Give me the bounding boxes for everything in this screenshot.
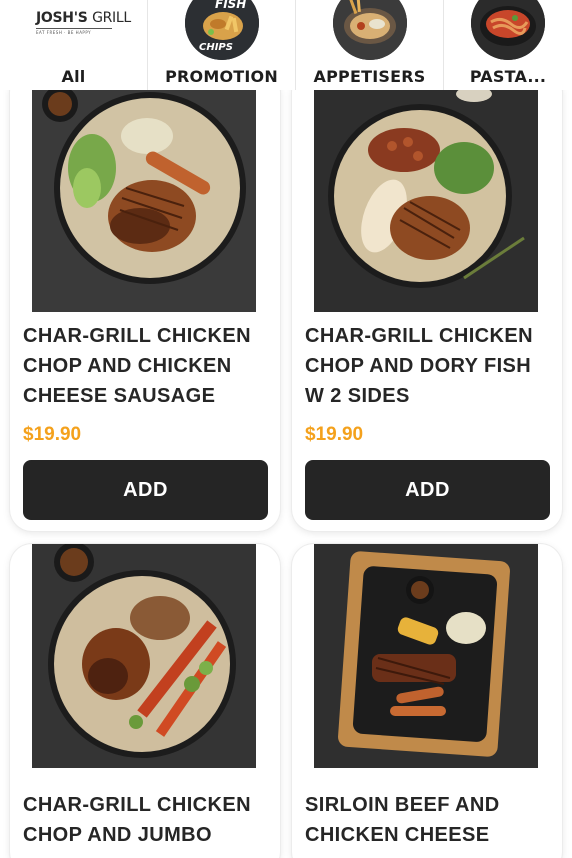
brand-name-thin: GRILL [92, 10, 131, 26]
category-promotion[interactable]: FISH CHIPS PROMOTION [148, 0, 296, 90]
product-title: CHAR-GRILL CHICKEN CHOP AND JUMBO [23, 794, 251, 846]
appetiser-plate-icon [332, 0, 407, 60]
product-title: SIRLOIN BEEF AND CHICKEN CHEESE [305, 794, 500, 846]
product-card[interactable]: CHAR-GRILL CHICKEN CHOP AND DORY FISH W … [292, 70, 562, 531]
product-card[interactable]: CHAR-GRILL CHICKEN CHOP AND CHICKEN CHEE… [10, 70, 280, 531]
fish-and-chips-icon: FISH CHIPS [184, 0, 259, 60]
category-label: All [61, 67, 86, 86]
product-price: $19.90 [23, 424, 82, 445]
brand-logo: JOSH'S GRILL EAT FRESH · BE HAPPY [36, 10, 131, 35]
product-card[interactable]: SIRLOIN BEEF AND CHICKEN CHEESE [292, 544, 562, 858]
brand-tagline: EAT FRESH · BE HAPPY [36, 30, 92, 35]
product-card[interactable]: CHAR-GRILL CHICKEN CHOP AND JUMBO [10, 544, 280, 858]
category-appetisers[interactable]: APPETISERS [296, 0, 444, 90]
add-button[interactable]: ADD [305, 460, 550, 520]
promo-badge-text-2: CHIPS [199, 42, 233, 53]
chicken-chop-dory-image [314, 88, 538, 312]
product-title: CHAR-GRILL CHICKEN CHOP AND DORY FISH W … [305, 325, 533, 407]
chicken-chop-sausage-image [32, 88, 256, 312]
pasta-bowl-icon [471, 0, 545, 60]
category-bar: JOSH'S GRILL EAT FRESH · BE HAPPY All FI… [0, 0, 572, 90]
sirloin-beef-image [314, 544, 538, 768]
product-price: $19.90 [305, 424, 364, 445]
category-label: PROMOTION [165, 67, 278, 86]
category-label: PASTA... [469, 67, 547, 86]
product-title: CHAR-GRILL CHICKEN CHOP AND CHICKEN CHEE… [23, 325, 251, 407]
add-button[interactable]: ADD [23, 460, 268, 520]
category-label: APPETISERS [313, 67, 426, 86]
category-all[interactable]: JOSH'S GRILL EAT FRESH · BE HAPPY All [0, 0, 148, 90]
brand-name-bold: JOSH'S [36, 10, 88, 26]
promo-badge-text: FISH [215, 0, 246, 11]
category-pasta[interactable]: PASTA... [444, 0, 572, 90]
chicken-chop-prawn-image [32, 544, 256, 768]
